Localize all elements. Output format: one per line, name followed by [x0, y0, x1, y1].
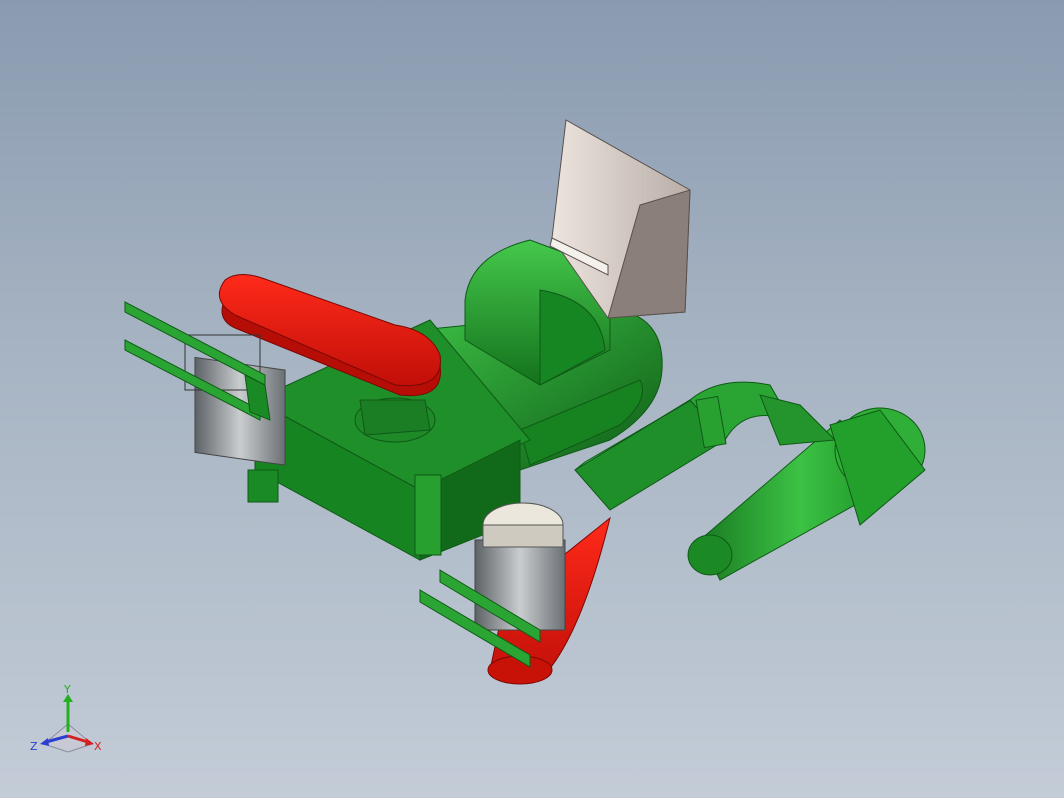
z-axis-label: Z [30, 740, 38, 753]
cad-viewport[interactable]: Y X Z [0, 0, 1064, 798]
x-axis-arrow [85, 738, 94, 746]
y-axis-label: Y [63, 684, 71, 696]
orientation-triad[interactable]: Y X Z [28, 684, 108, 764]
machine-3d-model[interactable] [0, 0, 1064, 798]
x-axis-label: X [94, 740, 102, 753]
z-axis-arrow [40, 738, 49, 746]
pulley-bracket[interactable] [354, 397, 436, 443]
